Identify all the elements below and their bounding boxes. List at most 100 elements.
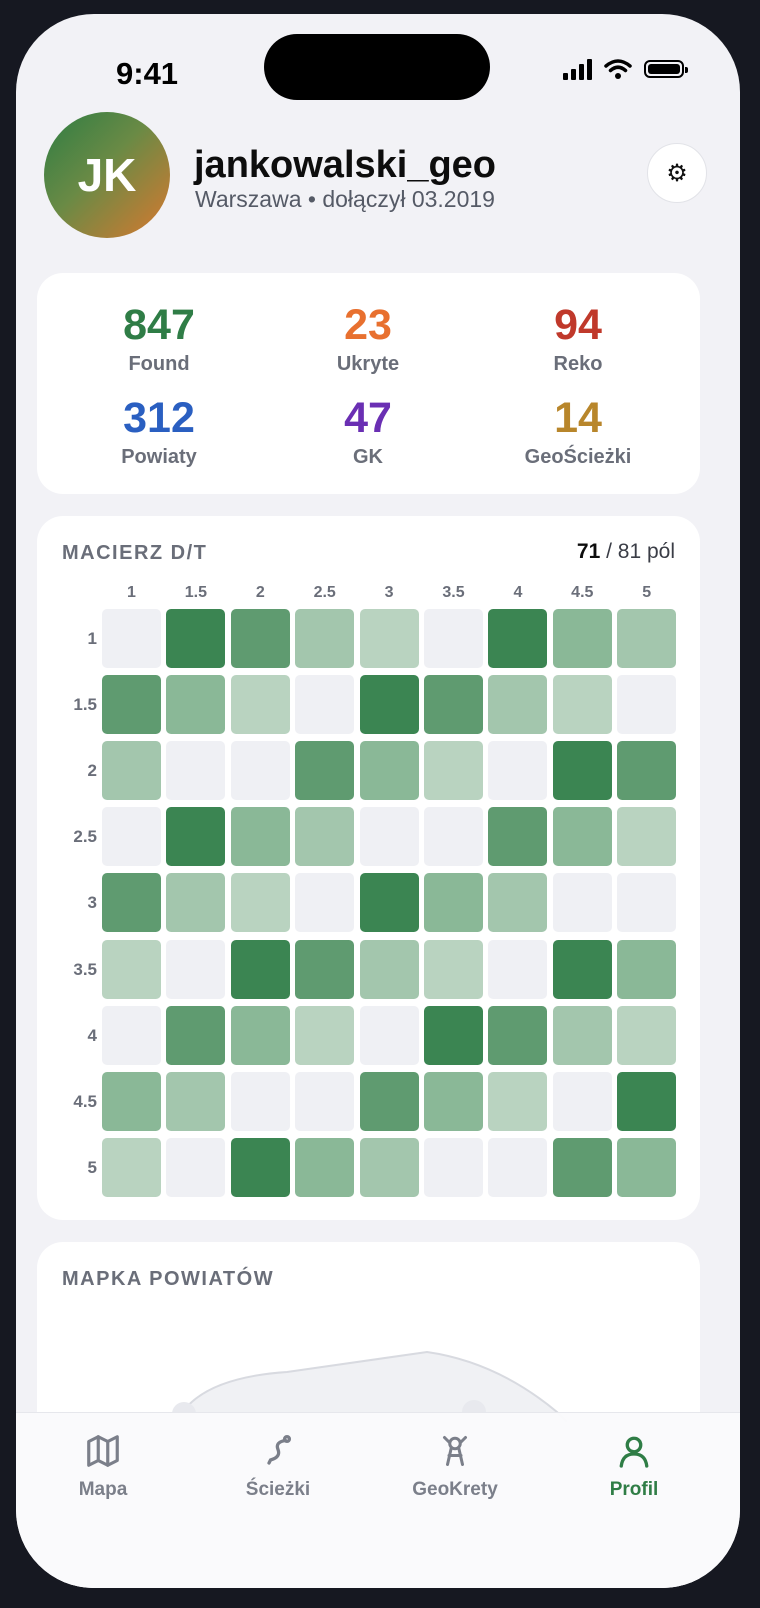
matrix-cell[interactable] — [617, 675, 677, 735]
matrix-cell[interactable] — [359, 1137, 419, 1197]
matrix-cell[interactable] — [424, 1005, 483, 1065]
matrix-cell[interactable] — [359, 741, 419, 801]
matrix-cell[interactable] — [488, 675, 548, 735]
matrix-cell[interactable] — [617, 939, 677, 999]
matrix-cell[interactable] — [359, 1005, 419, 1065]
tab-sciezki[interactable]: Ścieżki — [208, 1429, 348, 1501]
matrix-col-header: 1 — [127, 584, 136, 601]
matrix-cell[interactable] — [617, 807, 677, 867]
matrix-row-header: 2.5 — [73, 827, 97, 847]
matrix-cell[interactable] — [617, 1071, 677, 1131]
matrix-cell[interactable] — [102, 1071, 161, 1131]
matrix-cell[interactable] — [424, 741, 483, 801]
matrix-cell[interactable] — [424, 807, 483, 867]
matrix-cell[interactable] — [166, 873, 226, 933]
matrix-cell[interactable] — [230, 675, 290, 735]
matrix-cell[interactable] — [166, 939, 226, 999]
status-time: 9:41 — [116, 56, 179, 91]
matrix-cell[interactable] — [295, 1137, 355, 1197]
matrix-cell[interactable] — [617, 609, 677, 668]
matrix-cell[interactable] — [230, 939, 290, 999]
matrix-cell[interactable] — [102, 807, 161, 867]
matrix-cell[interactable] — [166, 609, 226, 668]
matrix-cell[interactable] — [359, 807, 419, 867]
matrix-col-header: 3.5 — [442, 584, 465, 601]
matrix-cell[interactable] — [552, 1137, 612, 1197]
matrix-cell[interactable] — [166, 675, 226, 735]
matrix-cell[interactable] — [424, 1071, 483, 1131]
matrix-cell[interactable] — [359, 939, 419, 999]
matrix-cell[interactable] — [488, 1071, 548, 1131]
matrix-cell[interactable] — [230, 873, 290, 933]
matrix-cell[interactable] — [102, 609, 161, 668]
matrix-cell[interactable] — [552, 609, 612, 668]
matrix-cell[interactable] — [617, 873, 677, 933]
matrix-cell[interactable] — [488, 807, 548, 867]
matrix-cell[interactable] — [617, 1005, 677, 1065]
matrix-cell[interactable] — [102, 675, 161, 735]
matrix-cell[interactable] — [552, 939, 612, 999]
stat-label: Found — [128, 353, 190, 375]
matrix-cell[interactable] — [295, 939, 355, 999]
matrix-cell[interactable] — [617, 741, 677, 801]
matrix-row-header: 5 — [87, 1157, 97, 1177]
wifi-icon — [604, 59, 632, 79]
matrix-cell[interactable] — [359, 675, 419, 735]
matrix-cell[interactable] — [102, 873, 161, 933]
matrix-cell[interactable] — [166, 741, 226, 801]
matrix-cell[interactable] — [295, 609, 355, 668]
matrix-row-header: 1.5 — [73, 695, 97, 715]
matrix-cell[interactable] — [230, 1071, 290, 1131]
matrix-cell[interactable] — [295, 675, 355, 735]
tab-profil[interactable]: Profil — [564, 1429, 704, 1501]
matrix-cell[interactable] — [295, 741, 355, 801]
matrix-cell[interactable] — [295, 807, 355, 867]
matrix-cell[interactable] — [552, 675, 612, 735]
matrix-cell[interactable] — [102, 741, 161, 801]
matrix-cell[interactable] — [166, 1005, 226, 1065]
matrix-cell[interactable] — [359, 609, 419, 668]
matrix-cell[interactable] — [488, 1137, 548, 1197]
settings-button[interactable]: ⚙ — [647, 143, 707, 203]
matrix-cell[interactable] — [359, 873, 419, 933]
matrix-cell[interactable] — [230, 1137, 290, 1197]
matrix-cell[interactable] — [488, 609, 548, 668]
matrix-row-header: 3.5 — [73, 959, 97, 979]
tab-mapa[interactable]: Mapa — [33, 1429, 173, 1501]
matrix-cell[interactable] — [230, 741, 290, 801]
matrix-cell[interactable] — [166, 1071, 226, 1131]
matrix-cell[interactable] — [359, 1071, 419, 1131]
tab-label: Ścieżki — [245, 1479, 311, 1500]
matrix-cell[interactable] — [166, 1137, 226, 1197]
matrix-cell[interactable] — [552, 807, 612, 867]
matrix-cell[interactable] — [552, 741, 612, 801]
geokret-icon — [443, 1436, 467, 1466]
matrix-cell[interactable] — [102, 1005, 161, 1065]
matrix-cell[interactable] — [424, 675, 483, 735]
matrix-cell[interactable] — [552, 1005, 612, 1065]
tab-label: Profil — [609, 1479, 659, 1500]
matrix-cell[interactable] — [424, 939, 483, 999]
matrix-count-value: 71 — [576, 540, 601, 563]
profile-subline: Warszawa • dołączył 03.2019 — [195, 186, 495, 212]
matrix-cell[interactable] — [102, 1137, 161, 1197]
matrix-cell[interactable] — [424, 873, 483, 933]
matrix-cell[interactable] — [295, 1005, 355, 1065]
matrix-cell[interactable] — [488, 741, 548, 801]
matrix-cell[interactable] — [488, 1005, 548, 1065]
matrix-cell[interactable] — [617, 1137, 677, 1197]
matrix-cell[interactable] — [488, 939, 548, 999]
matrix-cell[interactable] — [424, 609, 483, 668]
matrix-cell[interactable] — [102, 939, 161, 999]
matrix-cell[interactable] — [166, 807, 226, 867]
matrix-cell[interactable] — [295, 873, 355, 933]
matrix-cell[interactable] — [295, 1071, 355, 1131]
matrix-cell[interactable] — [230, 807, 290, 867]
matrix-cell[interactable] — [488, 873, 548, 933]
tab-geokrety[interactable]: GeoKrety — [385, 1429, 525, 1501]
matrix-cell[interactable] — [552, 1071, 612, 1131]
matrix-cell[interactable] — [230, 609, 290, 668]
matrix-cell[interactable] — [552, 873, 612, 933]
matrix-cell[interactable] — [424, 1137, 483, 1197]
matrix-cell[interactable] — [230, 1005, 290, 1065]
